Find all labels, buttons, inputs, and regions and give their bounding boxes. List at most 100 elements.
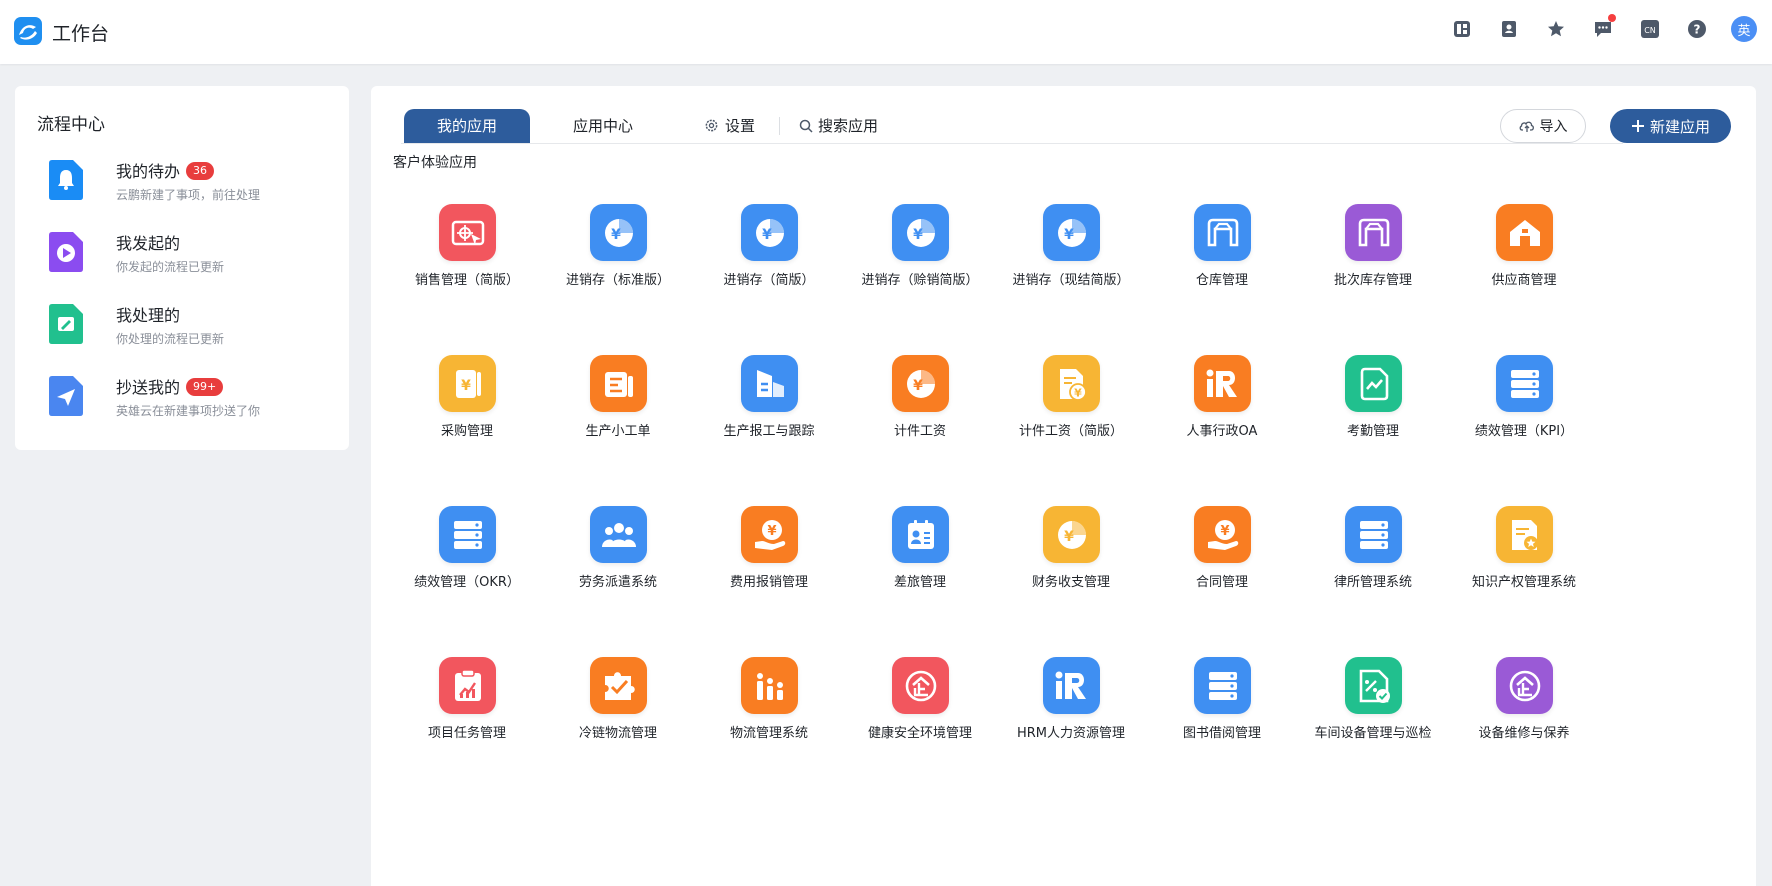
workflow-item-initiated[interactable]: 我发起的 你发起的流程已更新	[49, 226, 339, 282]
app-name: 人事行政OA	[1186, 424, 1258, 439]
import-button[interactable]: 导入	[1500, 109, 1586, 143]
app-card[interactable]: 人事行政OA	[1137, 355, 1307, 455]
app-card[interactable]: ¥ 采购管理	[382, 355, 552, 455]
app-card[interactable]: 律所管理系统	[1288, 506, 1458, 606]
star-icon[interactable]	[1543, 16, 1569, 42]
plus-icon	[1631, 120, 1644, 132]
yuan-pie-icon: ¥	[892, 355, 949, 412]
new-app-button[interactable]: 新建应用	[1610, 109, 1731, 143]
app-card[interactable]: 物流管理系统	[684, 657, 854, 757]
app-card[interactable]: 设备维修与保养	[1439, 657, 1609, 757]
app-card[interactable]: 项目任务管理	[382, 657, 552, 757]
workflow-item-desc: 你处理的流程已更新	[116, 332, 225, 346]
app-name: 绩效管理（KPI）	[1474, 424, 1574, 439]
app-card[interactable]: 差旅管理	[835, 506, 1005, 606]
svg-text:?: ?	[1694, 23, 1701, 37]
app-card[interactable]: 知识产权管理系统	[1439, 506, 1609, 606]
search-apps-input[interactable]: 搜索应用	[799, 115, 878, 136]
svg-text:¥: ¥	[913, 227, 923, 243]
yuan-pie-icon: ¥	[892, 204, 949, 261]
app-name: 物流管理系统	[729, 726, 808, 741]
settings-button[interactable]: 设置	[704, 115, 755, 136]
app-card[interactable]: ¥ 进销存（赊销简版）	[835, 204, 1005, 304]
app-name: 供应商管理	[1491, 273, 1557, 288]
app-card[interactable]: 生产报工与跟踪	[684, 355, 854, 455]
workflow-item-name: 抄送我的 99+	[116, 374, 224, 398]
workflow-panel: 流程中心 我的待办 36 云鹏新建了事项，前往处理 我发起的 你发起的流程已更新 …	[15, 86, 349, 450]
app-card[interactable]: ¥ 合同管理	[1137, 506, 1307, 606]
chart-doc-icon	[1345, 355, 1402, 412]
app-name: 考勤管理	[1346, 424, 1399, 439]
app-name: 劳务派遣系统	[578, 575, 657, 590]
contacts-icon[interactable]	[1496, 16, 1522, 42]
app-card[interactable]: ¥ 费用报销管理	[684, 506, 854, 606]
new-app-label: 新建应用	[1649, 117, 1710, 136]
app-card[interactable]: ¥ 进销存（现结简版）	[986, 204, 1156, 304]
svg-text:¥: ¥	[762, 227, 772, 243]
bars-people-icon	[741, 657, 798, 714]
app-name: 财务收支管理	[1031, 575, 1110, 590]
app-name: 进销存（赊销简版）	[861, 273, 979, 288]
app-card[interactable]: ¥ 计件工资（简版）	[986, 355, 1156, 455]
app-name: 律所管理系统	[1333, 575, 1412, 590]
app-card[interactable]: 仓库管理	[1137, 204, 1307, 304]
workflow-item-cc[interactable]: 抄送我的 99+ 英雄云在新建事项抄送了你	[49, 370, 339, 426]
app-card[interactable]: 批次库存管理	[1288, 204, 1458, 304]
app-card[interactable]: 生产小工单	[533, 355, 703, 455]
workflow-item-handled[interactable]: 我处理的 你处理的流程已更新	[49, 298, 339, 354]
svg-text:¥: ¥	[767, 524, 776, 539]
toolbar-divider	[779, 117, 780, 135]
app-card[interactable]: 冷链物流管理	[533, 657, 703, 757]
app-card[interactable]: ¥ 进销存（标准版）	[533, 204, 703, 304]
section-title: 客户体验应用	[393, 155, 477, 171]
app-card[interactable]: 考勤管理	[1288, 355, 1458, 455]
app-card[interactable]: 图书借阅管理	[1137, 657, 1307, 757]
app-card[interactable]: 销售管理（简版）	[382, 204, 552, 304]
import-label: 导入	[1539, 119, 1568, 135]
app-card[interactable]: ¥ 计件工资	[835, 355, 1005, 455]
app-card[interactable]: ¥ 进销存（简版）	[684, 204, 854, 304]
avatar[interactable]: 英	[1731, 16, 1757, 42]
workflow-item-desc: 英雄云在新建事项抄送了你	[116, 404, 261, 418]
app-logo-icon[interactable]	[14, 17, 42, 45]
app-card[interactable]: 供应商管理	[1439, 204, 1609, 304]
app-card[interactable]: 劳务派遣系统	[533, 506, 703, 606]
svg-text:¥: ¥	[611, 227, 621, 243]
bell-icon	[49, 160, 83, 200]
app-name: 进销存（现结简版）	[1012, 273, 1130, 288]
app-name: 车间设备管理与巡检	[1314, 726, 1432, 741]
message-icon[interactable]	[1590, 14, 1616, 42]
search-icon	[799, 119, 813, 133]
app-name: 计件工资	[893, 424, 946, 439]
play-icon	[49, 232, 83, 272]
svg-text:¥: ¥	[1220, 524, 1229, 539]
app-card[interactable]: 绩效管理（KPI）	[1439, 355, 1609, 455]
target-icon	[439, 204, 496, 261]
app-card[interactable]: 车间设备管理与巡检	[1288, 657, 1458, 757]
help-icon[interactable]: ?	[1684, 16, 1710, 42]
svg-text:¥: ¥	[1064, 529, 1074, 545]
svg-text:¥: ¥	[913, 378, 923, 394]
workflow-item-todo[interactable]: 我的待办 36 云鹏新建了事项，前往处理	[49, 154, 339, 210]
language-icon[interactable]: CN	[1637, 16, 1663, 42]
tab-app-center[interactable]: 应用中心	[543, 109, 663, 143]
tab-my-apps[interactable]: 我的应用	[404, 109, 530, 143]
notification-dot	[1608, 14, 1616, 22]
app-name: 差旅管理	[893, 575, 946, 590]
server-icon	[1496, 355, 1553, 412]
app-card[interactable]: ¥ 财务收支管理	[986, 506, 1156, 606]
yuan-pie-icon: ¥	[741, 204, 798, 261]
people-icon	[590, 506, 647, 563]
app-card[interactable]: 绩效管理（OKR）	[382, 506, 552, 606]
workflow-title: 流程中心	[37, 115, 105, 135]
hand-yuan-icon: ¥	[1194, 506, 1251, 563]
tab-divider	[401, 143, 1623, 144]
server-icon	[1345, 506, 1402, 563]
app-name: 计件工资（简版）	[1018, 424, 1123, 439]
layout-icon[interactable]	[1449, 16, 1475, 42]
app-card[interactable]: 健康安全环境管理	[835, 657, 1005, 757]
app-name: 进销存（标准版）	[565, 273, 670, 288]
svg-text:¥: ¥	[1074, 386, 1082, 399]
app-name: 生产小工单	[585, 424, 651, 439]
app-card[interactable]: HRM人力资源管理	[986, 657, 1156, 757]
